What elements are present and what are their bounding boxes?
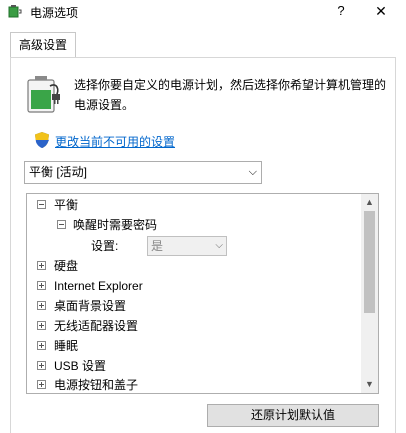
shield-icon [35, 132, 49, 148]
close-button[interactable]: ✕ [372, 2, 390, 20]
chevron-down-icon: ⌵ [248, 166, 257, 178]
help-button[interactable]: ? [332, 2, 350, 20]
expand-toggle-icon[interactable] [37, 281, 46, 290]
setting-value: 是 [151, 239, 164, 253]
description-text: 选择你要自定义的电源计划，然后选择你希望计算机管理的电源设置。 [74, 78, 387, 112]
tree-scrollbar[interactable]: ▲ ▼ [361, 194, 378, 393]
tree-item-power-buttons-lid[interactable]: 电源按钮和盖子 [27, 375, 357, 393]
collapse-toggle-icon[interactable] [57, 220, 66, 229]
chevron-down-icon: ⌵ [215, 240, 223, 251]
tree-item-wireless-adapter[interactable]: 无线适配器设置 [27, 316, 357, 336]
scroll-thumb[interactable] [364, 211, 375, 313]
expand-toggle-icon[interactable] [37, 321, 46, 330]
settings-tree: 平衡 唤醒时需要密码 设置: 是 ⌵ 硬盘 Internet Explorer … [26, 193, 379, 394]
tree-item-desktop-background[interactable]: 桌面背景设置 [27, 296, 357, 316]
restore-plan-defaults-button[interactable]: 还原计划默认值 [207, 404, 379, 427]
collapse-toggle-icon[interactable] [37, 200, 46, 209]
expand-toggle-icon[interactable] [37, 380, 46, 389]
tree-item-usb-settings[interactable]: USB 设置 [27, 356, 357, 376]
app-power-icon [8, 5, 22, 18]
expand-toggle-icon[interactable] [37, 361, 46, 370]
tree-item-wake-password[interactable]: 唤醒时需要密码 [27, 215, 357, 235]
power-plan-select[interactable]: 平衡 [活动] ⌵ [24, 161, 262, 184]
expand-toggle-icon[interactable] [37, 261, 46, 270]
tree-item-sleep[interactable]: 睡眠 [27, 336, 357, 356]
setting-value-select[interactable]: 是 ⌵ [147, 236, 227, 256]
window-title: 电源选项 [30, 6, 79, 20]
expand-toggle-icon[interactable] [37, 341, 46, 350]
change-unavailable-settings-link[interactable]: 更改当前不可用的设置 [55, 133, 175, 150]
title-bar: 电源选项 ? ✕ [0, 0, 406, 24]
tab-strip: 高级设置 [0, 28, 406, 58]
tree-item-hard-disk[interactable]: 硬盘 [27, 256, 357, 276]
expand-toggle-icon[interactable] [37, 301, 46, 310]
tree-item-balanced[interactable]: 平衡 [27, 195, 357, 215]
tab-advanced-settings[interactable]: 高级设置 [10, 32, 76, 58]
scroll-down-icon[interactable]: ▼ [361, 376, 378, 393]
tree-item-internet-explorer[interactable]: Internet Explorer [27, 276, 357, 296]
battery-plug-icon [27, 76, 60, 113]
power-plan-value: 平衡 [活动] [29, 165, 88, 179]
scroll-up-icon[interactable]: ▲ [361, 194, 378, 211]
